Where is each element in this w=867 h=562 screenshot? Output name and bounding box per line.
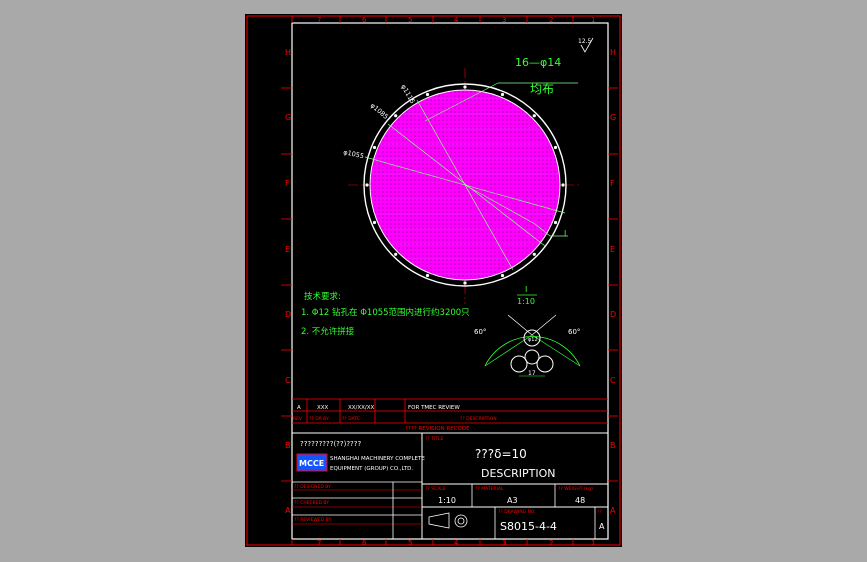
- notes-line-1: 1. Φ12 钻孔在 Φ1055范围内进行约3200只: [301, 307, 470, 318]
- company-logo-text: MCCE: [299, 459, 324, 468]
- projection-symbol: [428, 512, 468, 529]
- material-value: A3: [507, 496, 518, 505]
- scale-value: 1:10: [438, 496, 456, 505]
- designed-by-label: ?? DESIGNED BY: [294, 484, 331, 490]
- company-chinese-name: ?????????(??)????: [300, 440, 361, 448]
- row-label-G-right: G: [610, 113, 616, 122]
- notes-title: 技术要求:: [304, 291, 341, 302]
- detail-scale: 1:10: [517, 297, 535, 306]
- rev-label: ??: [597, 509, 602, 515]
- col-label-1-bottom: 1: [591, 539, 595, 547]
- drawing-sheet: 7 6 5 4 3 2 1 7 6 5 4 3 2 1 H G F E D C …: [245, 14, 622, 547]
- roughness-symbol: 12.5: [578, 37, 594, 53]
- col-label-2: 2: [549, 16, 553, 24]
- material-label: ?? MATERIAL: [475, 486, 504, 492]
- row-label-B: B: [285, 441, 291, 450]
- revision-block: A XXX XX/XX/XX FOR TMEC REVIEW REV ?? DR…: [292, 398, 608, 434]
- revision-recode-label: ???? REVISION RECODE: [405, 426, 470, 432]
- detail-angle-left: 60°: [474, 328, 486, 336]
- col-label-2-bottom: 2: [549, 539, 553, 547]
- col-label-6: 6: [362, 16, 367, 24]
- title-label: ?? TITLE: [425, 436, 444, 442]
- hole-callout: 16—φ14: [515, 56, 561, 69]
- row-label-G: G: [285, 113, 291, 122]
- drawing-canvas: 7 6 5 4 3 2 1 7 6 5 4 3 2 1 H G F E D C …: [246, 15, 621, 547]
- row-label-A-right: A: [610, 506, 616, 515]
- left-zone-labels: H G F E D C B A: [285, 48, 291, 515]
- row-label-F: F: [285, 179, 290, 188]
- bottom-zone-labels: 7 6 5 4 3 2 1: [317, 539, 595, 547]
- title-block: ?????????(??)???? MCCE SHANGHAI MACHINER…: [292, 433, 608, 539]
- dim-1085: φ1085: [369, 101, 390, 121]
- col-label-3-bottom: 3: [502, 539, 506, 547]
- checked-by-label: ?? CHECKED BY: [294, 500, 329, 506]
- col-label-1: 1: [591, 16, 595, 24]
- rev-header-description: ?? DESCRIPTION: [460, 416, 497, 422]
- detail-view: I 1:10 φ12 60° 60° 17: [474, 285, 580, 377]
- company-name-line2: EQUIPMENT (GROUP) CO.,LTD.: [330, 466, 413, 472]
- dim-1055: φ1055: [343, 148, 365, 160]
- detail-pitch: 17: [528, 370, 536, 377]
- drawing-title: ???δ=10: [475, 447, 527, 461]
- rev-header-rev: REV: [293, 416, 303, 422]
- row-label-D: D: [285, 310, 291, 319]
- rev-value: A: [599, 522, 605, 531]
- col-label-6-bottom: 6: [362, 539, 367, 547]
- weight-label: ?? WEIGHT (kg): [558, 486, 593, 492]
- row-label-D-right: D: [610, 310, 616, 319]
- company-name-line1: SHANGHAI MACHINERY COMPLETE: [330, 456, 425, 462]
- drawing-number: S8015-4-4: [500, 520, 557, 533]
- row-label-E-right: E: [610, 245, 615, 254]
- row-label-F-right: F: [610, 179, 615, 188]
- col-label-4-bottom: 4: [454, 539, 459, 547]
- rev-header-date: ?? DATE: [342, 416, 360, 422]
- col-label-7-bottom: 7: [317, 539, 321, 547]
- dim-1115: φ1115: [399, 83, 416, 105]
- col-label-3: 3: [502, 16, 506, 24]
- reviewed-by-label: ?? REVIEWED BY: [294, 517, 331, 523]
- row-label-B-right: B: [610, 441, 616, 450]
- col-label-4: 4: [454, 16, 459, 24]
- row-label-H: H: [285, 48, 291, 57]
- detail-marker: I: [564, 229, 566, 238]
- drawing-description: DESCRIPTION: [481, 467, 555, 480]
- detail-dia: φ12: [528, 337, 538, 343]
- row-label-H-right: H: [610, 48, 616, 57]
- notes-line-2: 2. 不允许拼接: [301, 326, 355, 337]
- drawing-no-label: ?? DRAWING NO.: [498, 509, 536, 515]
- col-label-7: 7: [317, 16, 321, 24]
- row-label-A: A: [285, 506, 291, 515]
- col-label-5-bottom: 5: [408, 539, 412, 547]
- detail-label: I: [525, 285, 527, 294]
- technical-notes: 技术要求: 1. Φ12 钻孔在 Φ1055范围内进行约3200只 2. 不允许…: [301, 291, 470, 337]
- row-label-E: E: [285, 245, 290, 254]
- rev-cell-rev: A: [297, 405, 301, 411]
- rev-cell-by: XXX: [317, 405, 329, 411]
- rev-header-by: ?? DR BY: [309, 416, 329, 422]
- row-label-C-right: C: [610, 376, 616, 385]
- weight-value: 48: [575, 496, 585, 505]
- scale-label: ?? SCALE: [425, 486, 446, 492]
- rev-cell-description: FOR TMEC REVIEW: [408, 405, 460, 411]
- col-label-5: 5: [408, 16, 412, 24]
- right-zone-labels: H G F E D C B A: [610, 48, 616, 515]
- row-label-C: C: [285, 376, 291, 385]
- hole-callout-note: 均布: [530, 82, 554, 96]
- rev-cell-date: XX/XX/XX: [348, 405, 375, 411]
- detail-angle-right: 60°: [568, 328, 580, 336]
